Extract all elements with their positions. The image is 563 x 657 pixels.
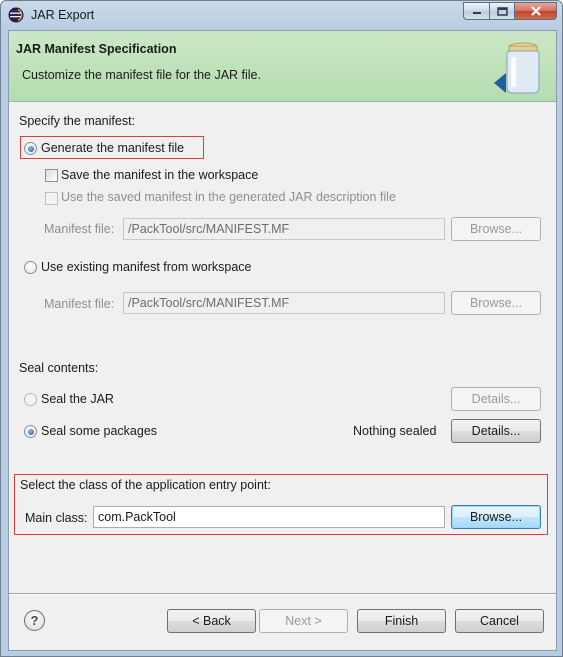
- main-class-field[interactable]: com.PackTool: [93, 506, 445, 528]
- wizard-banner: JAR Manifest Specification Customize the…: [9, 31, 556, 102]
- help-icon[interactable]: ?: [24, 610, 45, 631]
- page-description: Customize the manifest file for the JAR …: [22, 68, 261, 82]
- maximize-button[interactable]: [489, 2, 514, 20]
- title-bar[interactable]: JAR Export: [1, 1, 562, 29]
- seal-jar-details-button[interactable]: Details...: [451, 387, 541, 411]
- manifest-file-field-2[interactable]: /PackTool/src/MANIFEST.MF: [123, 292, 445, 314]
- generate-manifest-label: Generate the manifest file: [41, 141, 185, 155]
- browse-manifest-button-2[interactable]: Browse...: [451, 291, 541, 315]
- save-manifest-label: Save the manifest in the workspace: [61, 168, 259, 182]
- seal-packages-details-button[interactable]: Details...: [451, 419, 541, 443]
- reuse-manifest-checkbox[interactable]: [45, 192, 58, 205]
- manifest-file-field-1[interactable]: /PackTool/src/MANIFEST.MF: [123, 218, 445, 240]
- page-title: JAR Manifest Specification: [16, 42, 177, 56]
- cancel-button[interactable]: Cancel: [455, 609, 544, 633]
- finish-button[interactable]: Finish: [357, 609, 446, 633]
- browse-manifest-button-1[interactable]: Browse...: [451, 217, 541, 241]
- reuse-manifest-label: Use the saved manifest in the generated …: [61, 190, 396, 204]
- minimize-icon: [472, 12, 481, 14]
- seal-packages-label: Seal some packages: [41, 424, 158, 438]
- eclipse-icon: [8, 7, 24, 23]
- manifest-section-label: Specify the manifest:: [19, 114, 136, 128]
- existing-manifest-label: Use existing manifest from workspace: [41, 260, 252, 274]
- jar-icon: [494, 42, 540, 94]
- seal-jar-radio[interactable]: [24, 393, 37, 406]
- minimize-button[interactable]: [463, 2, 489, 20]
- main-class-label: Main class:: [25, 511, 88, 525]
- window-controls: [463, 2, 557, 21]
- seal-status-text: Nothing sealed: [353, 424, 437, 438]
- manifest-file-label-1: Manifest file:: [44, 222, 115, 236]
- entry-point-section-label: Select the class of the application entr…: [20, 478, 271, 492]
- browse-main-class-button[interactable]: Browse...: [451, 505, 541, 529]
- wizard-client: JAR Manifest Specification Customize the…: [8, 30, 557, 651]
- seal-jar-label: Seal the JAR: [41, 392, 114, 406]
- save-manifest-checkbox[interactable]: [45, 169, 58, 182]
- window-title: JAR Export: [31, 8, 95, 22]
- close-button[interactable]: [514, 2, 557, 20]
- seal-packages-radio[interactable]: [24, 425, 37, 438]
- maximize-icon: [496, 6, 508, 16]
- jar-export-window: JAR Export JAR Manifest Specification Cu…: [0, 0, 563, 657]
- generate-manifest-radio[interactable]: [24, 142, 37, 155]
- next-button[interactable]: Next >: [259, 609, 348, 633]
- seal-section-label: Seal contents:: [19, 361, 99, 375]
- close-icon: [530, 6, 541, 16]
- footer-separator: [9, 593, 556, 595]
- manifest-file-label-2: Manifest file:: [44, 297, 115, 311]
- back-button[interactable]: < Back: [167, 609, 256, 633]
- existing-manifest-radio[interactable]: [24, 261, 37, 274]
